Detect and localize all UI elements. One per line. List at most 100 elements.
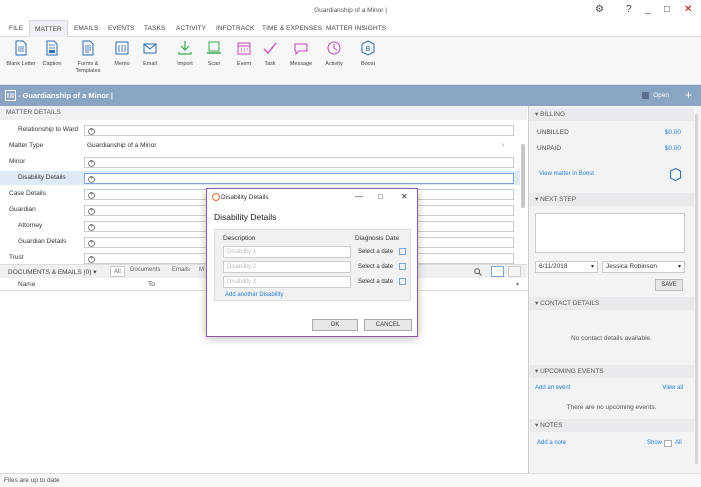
help-icon[interactable]: ? xyxy=(626,4,632,16)
field-value[interactable]: Guardianship of a Minor xyxy=(84,141,514,152)
notes-heading-label: NOTES xyxy=(540,422,563,429)
disability-input[interactable]: Disability 3 xyxy=(223,276,351,288)
next-step-heading-label: NEXT STEP xyxy=(540,196,577,203)
field-value[interactable]: + xyxy=(84,125,514,136)
matter-status-dropdown[interactable]: Open xyxy=(653,92,669,99)
column-chevron-icon[interactable]: ▾ xyxy=(516,281,519,288)
add-circle-icon[interactable]: + xyxy=(88,240,95,247)
docs-tab-all[interactable]: All xyxy=(110,266,125,277)
boost-icon[interactable] xyxy=(670,168,681,181)
next-step-person[interactable]: Jessica Robinson ▾ xyxy=(602,261,685,273)
chevron-right-icon[interactable]: › xyxy=(502,142,504,149)
memo-icon xyxy=(115,41,129,55)
add-circle-icon[interactable]: + xyxy=(88,160,95,167)
details-scrollbar[interactable] xyxy=(521,144,525,208)
message-button[interactable]: Message xyxy=(286,40,316,68)
email-icon xyxy=(143,43,157,54)
contact-details-heading[interactable]: ▾ CONTACT DETAILS xyxy=(529,297,694,310)
column-to[interactable]: To xyxy=(148,281,155,288)
documents-heading[interactable]: DOCUMENTS & EMAILS (0) ▾ xyxy=(8,268,97,276)
show-all-value[interactable]: All xyxy=(675,440,682,446)
search-icon[interactable] xyxy=(474,268,482,276)
dialog-maximize-icon[interactable]: □ xyxy=(378,192,383,201)
field-minor[interactable]: Minor + xyxy=(0,155,520,169)
message-label: Message xyxy=(289,61,313,67)
add-note-link[interactable]: Add a note xyxy=(537,440,566,446)
field-label: Guardian Details xyxy=(18,238,67,245)
chevron-down-icon: ▾ xyxy=(677,264,681,270)
import-button[interactable]: Import xyxy=(170,40,200,68)
blank-letter-icon xyxy=(15,40,27,56)
add-circle-icon[interactable]: + xyxy=(88,176,95,183)
memo-button[interactable]: Memo xyxy=(107,40,137,68)
billing-heading[interactable]: ▾ BILLING xyxy=(529,108,694,121)
field-label: Minor xyxy=(9,158,26,165)
diagnosis-date-picker[interactable]: Select a date xyxy=(358,246,406,258)
boost-button[interactable]: B Boost xyxy=(353,40,383,68)
maximize-icon[interactable]: □ xyxy=(664,4,670,16)
tab-matter[interactable]: MATTER xyxy=(29,20,68,37)
view-in-boost-link[interactable]: View matter in Boost xyxy=(539,171,594,177)
view-all-link[interactable]: View all xyxy=(662,385,683,391)
settings-icon[interactable]: ⚙ xyxy=(595,4,604,16)
activity-button[interactable]: Activity xyxy=(319,40,349,68)
field-value[interactable]: + xyxy=(84,173,514,184)
docs-tab-documents[interactable]: Documents xyxy=(130,267,160,273)
show-all-checkbox[interactable] xyxy=(664,440,672,447)
save-button[interactable]: SAVE xyxy=(655,279,683,291)
field-relationship-to-ward[interactable]: Relationship to Ward + xyxy=(0,123,520,137)
contact-details-heading-label: CONTACT DETAILS xyxy=(540,300,600,307)
next-step-textarea[interactable] xyxy=(535,213,685,253)
caption-button[interactable]: Caption xyxy=(37,40,67,68)
tab-matter-insights[interactable]: MATTER INSIGHTS xyxy=(326,20,386,37)
column-name[interactable]: Name xyxy=(18,281,35,288)
field-matter-type[interactable]: Matter Type Guardianship of a Minor › xyxy=(0,139,520,153)
add-circle-icon[interactable]: + xyxy=(88,224,95,231)
tab-time-expenses[interactable]: TIME & EXPENSES xyxy=(262,20,322,37)
cancel-button[interactable]: CANCEL xyxy=(364,319,412,331)
add-circle-icon[interactable]: + xyxy=(88,256,95,263)
add-circle-icon[interactable]: + xyxy=(88,192,95,199)
upcoming-events-heading[interactable]: ▾ UPCOMING EVENTS xyxy=(529,365,694,378)
field-value[interactable]: + xyxy=(84,157,514,168)
task-button[interactable]: Task xyxy=(255,40,285,68)
calendar-icon[interactable] xyxy=(399,278,406,285)
add-another-disability-link[interactable]: Add another Disability xyxy=(225,292,283,298)
calendar-icon[interactable] xyxy=(399,248,406,255)
add-icon[interactable]: + xyxy=(685,88,692,102)
folder-view-icon[interactable] xyxy=(491,266,504,277)
add-circle-icon[interactable]: + xyxy=(88,208,95,215)
blank-letter-button[interactable]: Blank Letter xyxy=(6,40,36,68)
next-step-date[interactable]: 6/11/2018 ▾ xyxy=(535,261,598,273)
disability-input[interactable]: Disability 2 xyxy=(223,261,351,273)
diagnosis-date-picker[interactable]: Select a date xyxy=(358,261,406,273)
email-button[interactable]: Email xyxy=(135,40,165,68)
sidebar-scrollbar[interactable] xyxy=(695,114,698,464)
next-step-heading[interactable]: ▾ NEXT STEP xyxy=(529,193,694,206)
tab-tasks[interactable]: TASKS xyxy=(144,20,165,37)
add-circle-icon[interactable]: + xyxy=(88,128,95,135)
tab-emails[interactable]: EMAILS xyxy=(74,20,98,37)
close-icon[interactable]: ✕ xyxy=(684,4,692,16)
docs-tab-more[interactable]: M xyxy=(199,267,204,273)
tab-activity[interactable]: ACTIVITY xyxy=(176,20,206,37)
disability-input[interactable]: Disability 1 xyxy=(223,246,351,258)
forms-templates-button[interactable]: Forms & Templates xyxy=(73,40,103,74)
notes-heading[interactable]: ▾ NOTES xyxy=(529,419,694,432)
docs-tab-emails[interactable]: Emails xyxy=(172,267,190,273)
minimize-icon[interactable]: _ xyxy=(645,4,651,16)
calendar-icon[interactable] xyxy=(399,263,406,270)
add-event-link[interactable]: Add an event xyxy=(535,385,570,391)
tab-infotrack[interactable]: INFOTRACK xyxy=(216,20,254,37)
right-sidebar: ▾ BILLING UNBILLED $0.00 UNPAID $0.00 Vi… xyxy=(528,106,701,473)
dialog-close-icon[interactable]: ✕ xyxy=(401,192,408,201)
scan-button[interactable]: Scan xyxy=(199,40,229,68)
diagnosis-date-picker[interactable]: Select a date xyxy=(358,276,406,288)
tab-events[interactable]: EVENTS xyxy=(108,20,135,37)
dialog-minimize-icon[interactable]: — xyxy=(355,192,363,201)
list-view-icon[interactable] xyxy=(508,266,521,277)
tab-file[interactable]: FILE xyxy=(9,20,23,37)
field-disability-details[interactable]: Disability Details + xyxy=(0,171,520,185)
column-description: Description xyxy=(223,235,256,242)
ok-button[interactable]: OK xyxy=(312,319,358,331)
